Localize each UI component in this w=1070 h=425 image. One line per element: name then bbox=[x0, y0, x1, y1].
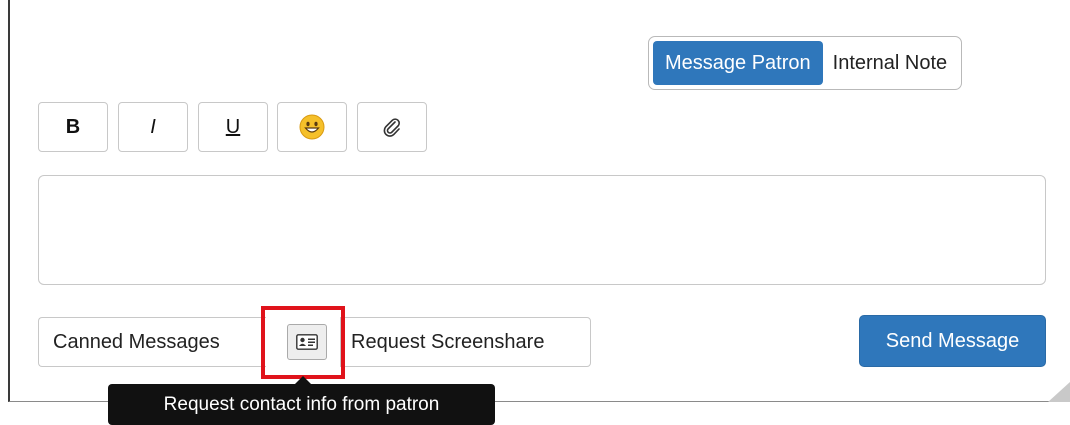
message-patron-tab[interactable]: Message Patron bbox=[653, 41, 823, 85]
request-screenshare-button[interactable]: Request Screenshare bbox=[340, 317, 591, 367]
canned-messages-button[interactable]: Canned Messages bbox=[38, 317, 266, 367]
attach-button[interactable] bbox=[357, 102, 427, 152]
message-mode-toggle: Message Patron Internal Note bbox=[648, 36, 963, 90]
emoji-button[interactable] bbox=[277, 102, 347, 152]
message-input[interactable] bbox=[38, 175, 1046, 285]
contact-card-icon bbox=[296, 334, 318, 350]
paperclip-icon bbox=[383, 118, 400, 137]
tooltip-arrow bbox=[295, 376, 311, 384]
resize-grip[interactable] bbox=[1048, 382, 1070, 402]
underline-button[interactable]: U bbox=[198, 102, 268, 152]
smiley-emoji-icon bbox=[299, 114, 325, 140]
request-contact-button[interactable] bbox=[270, 317, 344, 367]
contact-button-face[interactable] bbox=[287, 324, 327, 360]
tooltip: Request contact info from patron bbox=[108, 384, 495, 425]
internal-note-tab[interactable]: Internal Note bbox=[823, 41, 958, 85]
bold-button[interactable]: B bbox=[38, 102, 108, 152]
send-message-button[interactable]: Send Message bbox=[859, 315, 1046, 367]
italic-button[interactable]: I bbox=[118, 102, 188, 152]
